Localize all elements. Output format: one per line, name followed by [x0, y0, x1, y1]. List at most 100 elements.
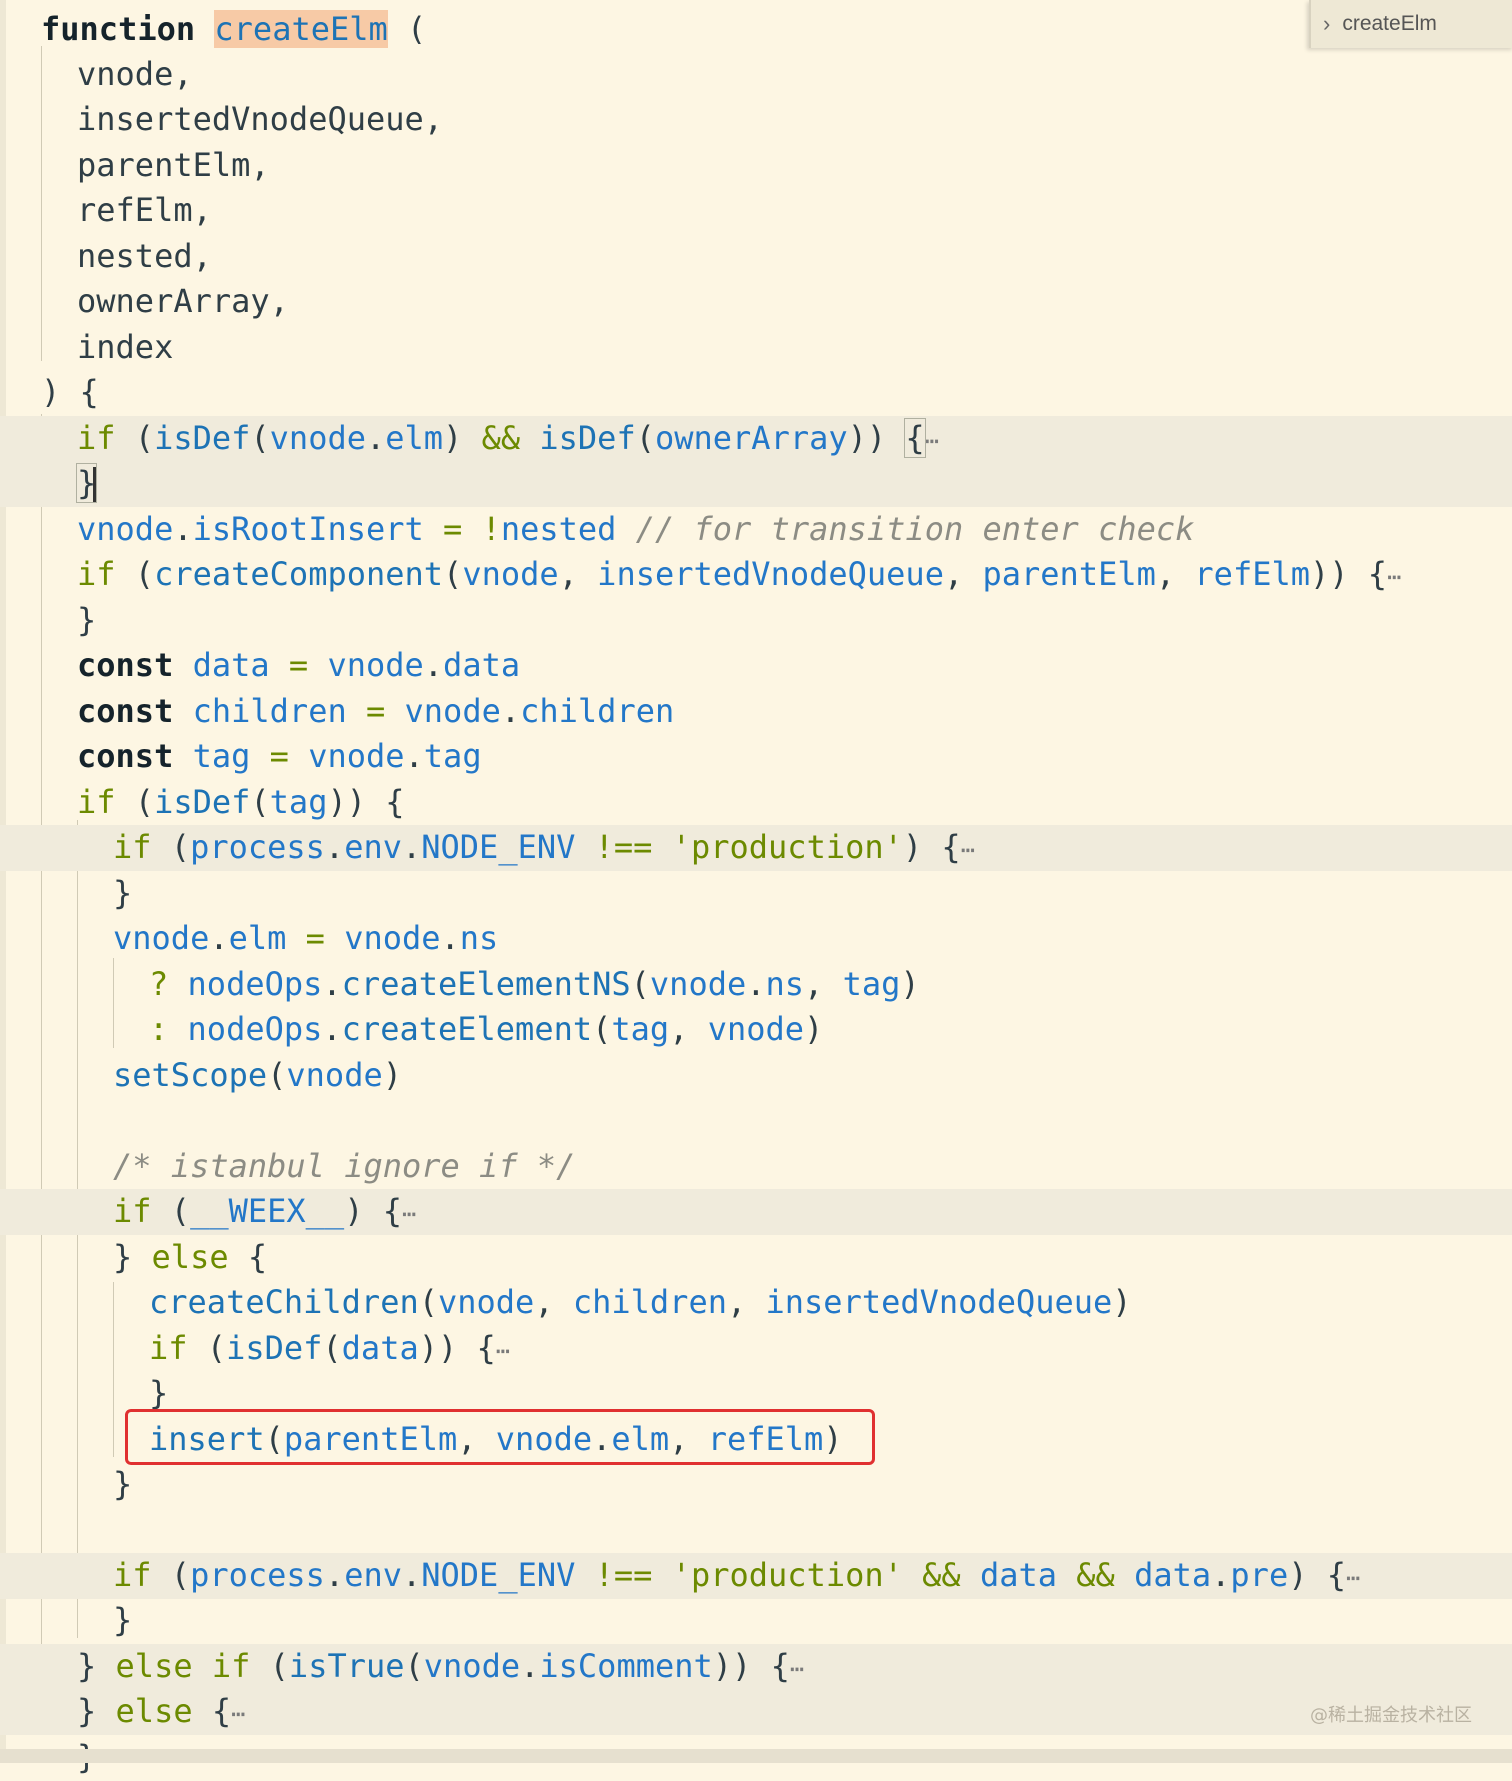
code-line[interactable]: /* istanbul ignore if */ — [0, 1144, 1512, 1190]
code-line[interactable]: refElm, — [0, 188, 1512, 234]
punctuation: ) { — [1288, 1556, 1346, 1594]
function-call: createChildren — [149, 1283, 419, 1321]
code-line[interactable]: if (createComponent(vnode, insertedVnode… — [0, 552, 1512, 598]
identifier: elm — [385, 419, 444, 457]
code-line[interactable]: ) { — [0, 370, 1512, 416]
code-line-folded[interactable]: if (process.env.NODE_ENV !== 'production… — [0, 825, 1512, 871]
identifier: vnode — [77, 510, 174, 548]
punctuation: { — [192, 1692, 232, 1730]
code-line[interactable]: setScope(vnode) — [0, 1053, 1512, 1099]
param: refElm, — [77, 191, 212, 229]
comment: // for transition enter check — [616, 510, 1195, 548]
punctuation: ( — [151, 1556, 191, 1594]
param: vnode, — [77, 55, 193, 93]
code-line[interactable]: const children = vnode.children — [0, 689, 1512, 735]
function-name-highlight: createElm — [214, 10, 388, 48]
string-literal: 'production' — [671, 828, 903, 866]
operator: = — [269, 646, 328, 684]
operator: && — [481, 419, 521, 457]
punctuation: ) { — [41, 373, 99, 411]
punctuation: . — [1211, 1556, 1231, 1594]
code-line[interactable]: insertedVnodeQueue, — [0, 97, 1512, 143]
code-line[interactable]: vnode.isRootInsert = !nested // for tran… — [0, 507, 1512, 553]
code-line-cursor[interactable]: } — [0, 461, 1512, 507]
string-literal: 'production' — [671, 1556, 903, 1594]
punctuation: } — [149, 1374, 169, 1412]
code-line[interactable]: index — [0, 325, 1512, 371]
code-line[interactable]: nested, — [0, 234, 1512, 280]
code-line[interactable]: } — [0, 598, 1512, 644]
function-call: createElementNS — [341, 965, 631, 1003]
identifier: vnode — [707, 1010, 805, 1048]
code-line[interactable]: const tag = vnode.tag — [0, 734, 1512, 780]
function-call: createComponent — [154, 555, 444, 593]
identifier: data — [443, 646, 521, 684]
punctuation: ) — [1112, 1283, 1132, 1321]
chevron-right-icon[interactable]: › — [1323, 11, 1330, 37]
punctuation: . — [322, 1010, 342, 1048]
keyword: const — [77, 692, 174, 730]
fold-ellipsis-icon[interactable]: ⋯ — [1346, 1564, 1360, 1592]
code-line-folded[interactable]: } else {⋯ — [0, 1689, 1512, 1735]
function-call: isTrue — [288, 1647, 405, 1685]
code-line[interactable]: } — [0, 1598, 1512, 1644]
code-line[interactable]: } — [0, 1462, 1512, 1508]
identifier: pre — [1230, 1556, 1289, 1594]
punctuation: , — [726, 1283, 766, 1321]
fold-ellipsis-icon[interactable]: ⋯ — [402, 1200, 416, 1228]
identifier: tag — [269, 783, 328, 821]
code-line[interactable]: ownerArray, — [0, 279, 1512, 325]
code-line[interactable]: } — [0, 871, 1512, 917]
operator: && — [902, 1556, 980, 1594]
punctuation: ( — [151, 1192, 191, 1230]
sticky-scroll-header[interactable]: › createElm — [1309, 0, 1512, 48]
comment: /* istanbul ignore if */ — [113, 1147, 576, 1185]
red-highlight-box — [125, 1409, 875, 1465]
code-line-folded[interactable]: if (isDef(vnode.elm) && isDef(ownerArray… — [0, 416, 1512, 462]
keyword: else — [151, 1238, 229, 1276]
code-line[interactable]: if (isDef(tag)) { — [0, 780, 1512, 826]
fold-ellipsis-icon[interactable]: ⋯ — [790, 1655, 804, 1683]
keyword: if — [113, 1192, 152, 1230]
punctuation: , — [1155, 555, 1195, 593]
code-line[interactable]: const data = vnode.data — [0, 643, 1512, 689]
punctuation: . — [404, 737, 424, 775]
function-call: createElement — [341, 1010, 593, 1048]
fold-ellipsis-icon[interactable]: ⋯ — [925, 427, 939, 455]
punctuation: . — [365, 419, 386, 457]
code-line[interactable]: vnode, — [0, 52, 1512, 98]
operator: = — [346, 692, 405, 730]
punctuation: . — [324, 1556, 345, 1594]
punctuation: ) { — [344, 1192, 402, 1230]
fold-ellipsis-icon[interactable]: ⋯ — [1387, 563, 1401, 591]
identifier: __WEEX__ — [190, 1192, 345, 1230]
punctuation: ) — [443, 419, 482, 457]
code-line[interactable]: if (isDef(data)) {⋯ — [0, 1326, 1512, 1372]
code-line-folded[interactable]: if (process.env.NODE_ENV !== 'production… — [0, 1553, 1512, 1599]
identifier: parentElm — [982, 555, 1156, 593]
fold-ellipsis-icon[interactable]: ⋯ — [231, 1700, 245, 1728]
code-line[interactable]: createChildren(vnode, children, inserted… — [0, 1280, 1512, 1326]
code-line-folded[interactable]: if (__WEEX__) {⋯ — [0, 1189, 1512, 1235]
code-line[interactable]: } else { — [0, 1235, 1512, 1281]
code-line[interactable]: : nodeOps.createElement(tag, vnode) — [0, 1007, 1512, 1053]
identifier: tag — [611, 1010, 670, 1048]
keyword: else — [115, 1647, 193, 1685]
fold-ellipsis-icon[interactable]: ⋯ — [496, 1337, 510, 1365]
identifier: env — [344, 828, 402, 866]
code-line[interactable]: vnode.elm = vnode.ns — [0, 916, 1512, 962]
fold-ellipsis-icon[interactable]: ⋯ — [961, 836, 975, 864]
punctuation: ( — [267, 1056, 287, 1094]
operator: && — [1057, 1556, 1135, 1594]
identifier: vnode — [327, 646, 424, 684]
code-line[interactable]: function createElm ( — [0, 7, 1512, 53]
identifier: vnode — [437, 1283, 535, 1321]
punctuation: { — [228, 1238, 268, 1276]
code-line-folded[interactable]: } else if (isTrue(vnode.isComment)) {⋯ — [0, 1644, 1512, 1690]
punctuation: } — [77, 601, 97, 639]
code-line[interactable]: parentElm, — [0, 143, 1512, 189]
code-line[interactable]: ? nodeOps.createElementNS(vnode.ns, tag) — [0, 962, 1512, 1008]
punctuation: . — [440, 919, 460, 957]
code-editor[interactable]: function createElm ( vnode, insertedVnod… — [0, 0, 1512, 1776]
operator: = — [423, 510, 482, 548]
